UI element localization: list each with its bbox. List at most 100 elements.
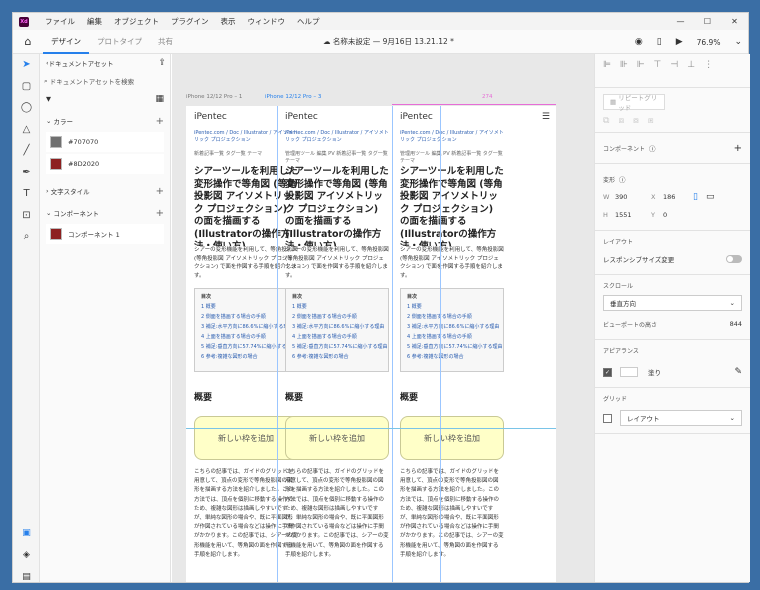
zoom-tool-icon[interactable]: ⌕ [13,226,40,248]
menu-item[interactable]: 表示 [215,16,242,27]
menu-item[interactable]: 編集 [81,16,108,27]
layers-icon[interactable]: ◈ [13,550,40,560]
char-styles-section[interactable]: › 文字スタイル + [40,182,170,200]
document-title[interactable]: ☁ 名称未設定 — 9月16日 13.21.12 * [323,30,454,54]
toc-item[interactable]: 4 上面を描画する場合の手順 [292,332,382,342]
portrait-icon[interactable]: ▯ [693,192,698,202]
play-icon[interactable]: ▶ [676,37,683,47]
toc-item[interactable]: 1 概要 [292,302,382,312]
responsive-toggle[interactable] [726,255,742,263]
artboard-label[interactable]: iPhone 12/12 Pro – 3 [265,94,321,100]
menu-item[interactable]: オブジェクト [108,16,165,27]
info-icon[interactable]: ⓘ [649,143,656,153]
export-icon[interactable]: ⇪ [158,58,166,68]
tab-share[interactable]: 共有 [150,30,181,54]
tab-design[interactable]: デザイン [43,30,89,54]
colors-section[interactable]: ⌄ カラー + [40,112,170,130]
measure-line [392,104,556,105]
rectangle-tool-icon[interactable]: ▢ [13,76,40,98]
minimize-icon[interactable]: — [667,17,694,26]
text-tool-icon[interactable]: T [13,183,40,205]
fill-checkbox[interactable]: ✓ [603,367,612,377]
grid-checkbox[interactable] [603,413,612,423]
toc-item[interactable]: 1 概要 [407,302,497,312]
home-icon[interactable]: ⌂ [13,35,43,48]
union-icon[interactable]: ⧉ [603,116,609,126]
account-icon[interactable]: ◉ [635,37,643,47]
components-section[interactable]: ⌄ コンポーネント + [40,204,170,222]
zoom-level[interactable]: 76.9% [697,38,721,47]
search-input[interactable]: ドキュメントアセットを検索 [50,76,134,86]
toc-item[interactable]: 6 参考:複雑な図形の場合 [292,352,382,362]
hamburger-menu-icon[interactable]: ☰ [542,112,550,122]
info-icon[interactable]: ⓘ [619,174,626,184]
artboard[interactable]: iPentec iPentec.com / Doc / Illustrator /… [186,106,556,582]
grid-select[interactable]: レイアウト ⌄ [620,410,742,426]
add-char-style-icon[interactable]: + [156,186,164,197]
assets-search[interactable]: ⌕ ドキュメントアセットを検索 [44,73,166,89]
exclude-icon[interactable]: ⧆ [648,116,654,126]
viewport-height-field[interactable]: 844 [730,320,742,328]
select-tool-icon[interactable]: ➤ [13,54,40,76]
menu-item[interactable]: ウィンドウ [242,16,292,27]
fill-swatch[interactable] [620,367,638,377]
width-field[interactable]: 390 [615,193,651,201]
align-top-icon[interactable]: ⊤ [654,60,662,70]
distribute-icon[interactable]: ⋮ [704,60,713,70]
polygon-tool-icon[interactable]: △ [13,119,40,141]
component-row[interactable]: コンポーネント 1 [46,224,164,244]
close-icon[interactable]: ✕ [721,17,748,26]
assets-icon[interactable]: ▣ [13,528,40,538]
align-right-icon[interactable]: ⊩ [637,60,645,70]
align-middle-icon[interactable]: ⊣ [670,60,678,70]
add-color-icon[interactable]: + [156,116,164,127]
toc-item[interactable]: 4 上面を描画する場合の手順 [407,332,497,342]
device-preview-icon[interactable]: ▯ [657,37,662,47]
menu-item[interactable]: プラグイン [165,16,215,27]
table-of-contents: 目次 1 概要 2 側面を描画する場合の手順 3 補足:水平方向に86.6%に縮小する… [400,288,504,372]
filter-icon[interactable]: ▼ [46,95,51,103]
artboard-label[interactable]: iPhone 12/12 Pro – 1 [186,94,242,100]
repeat-grid-button[interactable]: ▦ リピートグリッド [603,94,665,112]
toc-item[interactable]: 2 側面を描画する場合の手順 [407,312,497,322]
eyedropper-icon[interactable]: ✎ [734,367,742,377]
add-component-icon[interactable]: + [156,208,164,219]
color-swatch-row[interactable]: #8D2020 [46,154,164,174]
y-field[interactable]: 0 [663,211,693,219]
toc-item[interactable]: 3 補足:水平方向に86.6%に縮小する理由 [407,322,499,332]
grid-view-icon[interactable]: ▦ [155,94,164,104]
grid-label: グリッド [603,396,628,403]
new-frame-box[interactable]: 新しい枠を追加 [285,416,389,460]
toc-item[interactable]: 5 補足:垂直方向に57.74%に縮小する理由 [292,342,388,352]
tab-prototype[interactable]: プロトタイプ [89,30,150,54]
zoom-chevron-icon[interactable]: ⌄ [734,37,742,47]
artboard-tool-icon[interactable]: ⊡ [13,205,40,227]
height-field[interactable]: 1551 [615,211,651,219]
maximize-icon[interactable]: ☐ [694,17,721,26]
xd-logo-icon: Xd [19,16,29,27]
ellipse-tool-icon[interactable]: ◯ [13,97,40,119]
align-bottom-icon[interactable]: ⊥ [687,60,695,70]
scroll-select[interactable]: 垂直方向 ⌄ [603,295,742,311]
landscape-icon[interactable]: ▭ [706,192,715,202]
new-frame-box[interactable]: 新しい枠を追加 [400,416,504,460]
pen-tool-icon[interactable]: ✒ [13,162,40,184]
toc-item[interactable]: 5 補足:垂直方向に57.74%に縮小する理由 [407,342,503,352]
repeat-grid-icon: ▦ [610,98,619,106]
intersect-icon[interactable]: ⧇ [633,116,639,126]
color-swatch-row[interactable]: #707070 [46,132,164,152]
design-canvas[interactable]: iPhone 12/12 Pro – 1 iPhone 12/12 Pro – … [172,54,594,582]
w-label: W [603,193,610,201]
toc-item[interactable]: 3 補足:水平方向に86.6%に縮小する理由 [292,322,384,332]
subtract-icon[interactable]: ⧈ [618,116,624,126]
align-center-icon[interactable]: ⊪ [620,60,628,70]
menu-item[interactable]: ヘルプ [291,16,326,27]
x-field[interactable]: 186 [663,193,693,201]
menu-item[interactable]: ファイル [39,16,81,27]
align-left-icon[interactable]: ⊫ [603,60,611,70]
toc-item[interactable]: 2 側面を描画する場合の手順 [292,312,382,322]
toc-item[interactable]: 6 参考:複雑な図形の場合 [407,352,497,362]
add-component-icon[interactable]: + [734,143,742,154]
line-tool-icon[interactable]: ╱ [13,140,40,162]
plugins-icon[interactable]: ▤ [13,572,40,582]
